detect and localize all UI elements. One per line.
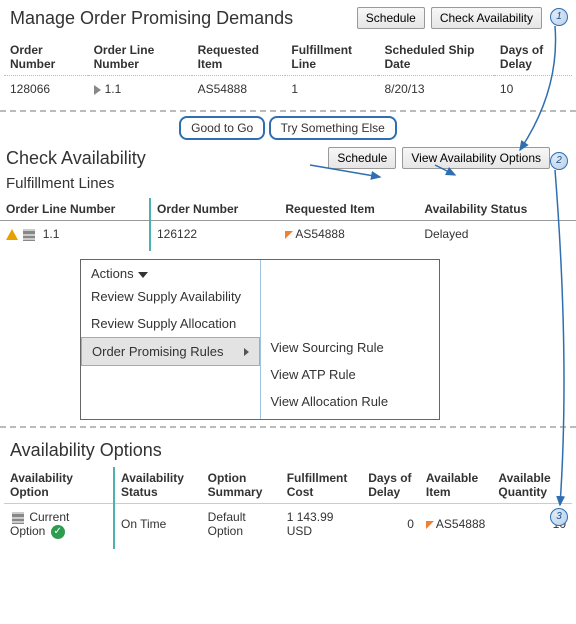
menu-review-supply-avail[interactable]: Review Supply Availability: [81, 283, 260, 310]
chevron-down-icon: [138, 272, 148, 278]
table-row[interactable]: 1.1 126122 AS54888 Delayed: [0, 221, 576, 252]
panel1-title: Manage Order Promising Demands: [10, 8, 293, 29]
cell-ship-date: 8/20/13: [378, 76, 493, 107]
col-osummary: Option Summary: [202, 467, 281, 504]
col-on: Order Number: [150, 198, 279, 221]
availability-options-panel: Availability Options Availability Option…: [0, 432, 576, 551]
callout-2: 2: [550, 152, 568, 170]
col-fcost: Fulfillment Cost: [281, 467, 362, 504]
callout-1: 1: [550, 8, 568, 26]
submenu-view-allocation-rule[interactable]: View Allocation Rule: [261, 388, 440, 415]
warning-icon: [6, 229, 18, 240]
fulfillment-lines-title: Fulfillment Lines: [6, 175, 576, 192]
document-icon: [23, 229, 35, 241]
cell-fcost: 1 143.99 USD: [281, 504, 362, 549]
fulfillment-table: Order Line Number Order Number Requested…: [0, 198, 576, 251]
try-else-bubble: Try Something Else: [269, 116, 397, 140]
col-days-delay: Days of Delay: [494, 39, 572, 76]
view-availability-options-button[interactable]: View Availability Options: [402, 147, 550, 169]
availability-options-table: Availability Option Availability Status …: [4, 467, 572, 549]
manage-order-panel: Manage Order Promising Demands Schedule …: [0, 0, 576, 106]
panel2-title: Check Availability: [6, 148, 146, 169]
menu-order-promising-rules[interactable]: Order Promising Rules: [81, 337, 260, 366]
col-req-item: Requested Item: [192, 39, 286, 76]
document-icon: [12, 512, 24, 524]
cell-order-line: 1.1: [88, 76, 192, 107]
col-ship-date: Scheduled Ship Date: [378, 39, 493, 76]
cell-ri: AS54888: [279, 221, 418, 252]
cell-delay: 10: [494, 76, 572, 107]
flag-icon: [285, 231, 293, 239]
col-ri: Requested Item: [279, 198, 418, 221]
schedule-button[interactable]: Schedule: [357, 7, 425, 29]
col-dod: Days of Delay: [362, 467, 420, 504]
col-order-number: Order Number: [4, 39, 88, 76]
cell-order-number: 128066: [4, 76, 88, 107]
cell-dod: 0: [362, 504, 420, 549]
col-order-line: Order Line Number: [88, 39, 192, 76]
col-as: Availability Status: [418, 198, 576, 221]
col-oln: Order Line Number: [0, 198, 150, 221]
cell-fline: 1: [285, 76, 378, 107]
actions-menu: Actions Review Supply Availability Revie…: [80, 259, 440, 420]
good-to-go-bubble: Good to Go: [179, 116, 265, 140]
col-aitem: Available Item: [420, 467, 492, 504]
schedule-button-2[interactable]: Schedule: [328, 147, 396, 169]
cell-astatus: On Time: [114, 504, 202, 549]
annotation-row: Good to Go Try Something Else: [0, 116, 576, 140]
divider: [0, 426, 576, 428]
col-fulfillment-line: Fulfillment Line: [285, 39, 378, 76]
cell-ao: Current Option ✓: [4, 504, 114, 549]
chevron-right-icon: [244, 348, 249, 356]
cell-item: AS54888: [192, 76, 286, 107]
cell-osummary: Default Option: [202, 504, 281, 549]
col-aqty: Available Quantity: [492, 467, 572, 504]
cell-oln: 1.1: [0, 221, 150, 252]
col-ao: Availability Option: [4, 467, 114, 504]
actions-menu-header[interactable]: Actions: [81, 264, 260, 283]
expand-icon[interactable]: [94, 85, 101, 95]
flag-icon: [426, 521, 434, 529]
panel3-title: Availability Options: [10, 440, 572, 461]
cell-aitem: AS54888: [420, 504, 492, 549]
table-row[interactable]: Current Option ✓ On Time Default Option …: [4, 504, 572, 549]
menu-review-supply-alloc[interactable]: Review Supply Allocation: [81, 310, 260, 337]
col-astatus: Availability Status: [114, 467, 202, 504]
check-circle-icon: ✓: [51, 525, 65, 539]
demands-table: Order Number Order Line Number Requested…: [4, 39, 572, 106]
divider: [0, 110, 576, 112]
callout-3: 3: [550, 508, 568, 526]
check-availability-button[interactable]: Check Availability: [431, 7, 542, 29]
submenu-view-atp-rule[interactable]: View ATP Rule: [261, 361, 440, 388]
cell-as: Delayed: [418, 221, 576, 252]
check-availability-panel: Check Availability Schedule View Availab…: [0, 142, 576, 420]
submenu-view-sourcing-rule[interactable]: View Sourcing Rule: [261, 334, 440, 361]
table-row[interactable]: 128066 1.1 AS54888 1 8/20/13 10: [4, 76, 572, 107]
cell-on: 126122: [150, 221, 279, 252]
